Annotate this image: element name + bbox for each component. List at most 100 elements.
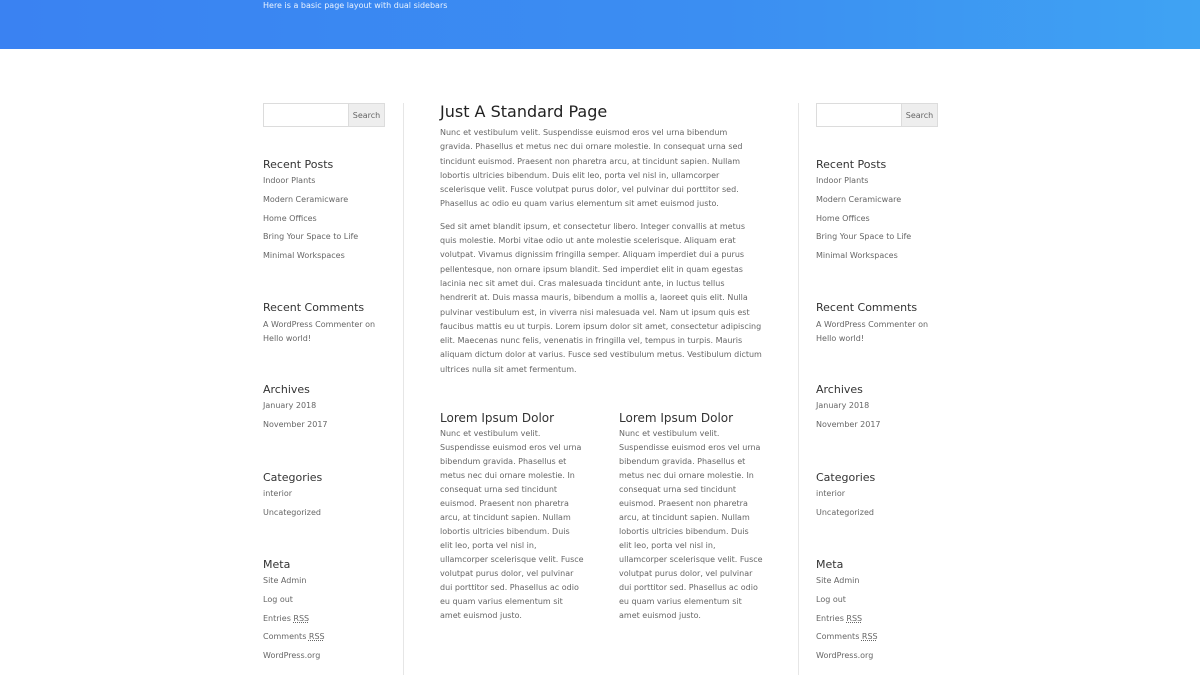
list-item[interactable]: November 2017 [816,420,938,430]
comment-post-link[interactable]: Hello world! [263,334,311,343]
archive-link[interactable]: January 2018 [816,401,869,410]
recent-post-link[interactable]: Minimal Workspaces [816,251,898,260]
recent-post-link[interactable]: Minimal Workspaces [263,251,345,260]
rss-abbr: RSS [846,613,863,623]
comment-entry: A WordPress Commenter on Hello world! [816,318,938,346]
meta-link-comments[interactable]: Comments RSS [816,632,878,641]
recent-post-link[interactable]: Home Offices [263,214,317,223]
left-sidebar: Search Recent Posts Indoor Plants Modern… [263,103,385,660]
list-item[interactable]: Home Offices [263,214,385,224]
list-item[interactable]: Bring Your Space to Life [263,232,385,242]
meta-link-log-out[interactable]: Log out [816,595,846,604]
list-item[interactable]: Minimal Workspaces [263,251,385,261]
list-item[interactable]: Site Admin [816,576,938,586]
list-item[interactable]: Indoor Plants [263,176,385,186]
list-item[interactable]: January 2018 [263,401,385,411]
list-item[interactable]: Indoor Plants [816,176,938,186]
sidebar-divider [403,103,404,675]
archive-link[interactable]: November 2017 [263,420,328,429]
recent-post-link[interactable]: Bring Your Space to Life [263,232,358,241]
meta-link-wordpress[interactable]: WordPress.org [263,651,320,660]
recent-post-link[interactable]: Modern Ceramicware [816,195,901,204]
list-item[interactable]: Comments RSS [816,632,938,642]
search-button[interactable]: Search [348,103,385,127]
recent-post-link[interactable]: Indoor Plants [263,176,315,185]
rss-abbr: RSS [293,613,310,623]
recent-comments-widget: Recent Comments A WordPress Commenter on… [263,301,385,346]
body-paragraph: Sed sit amet blandit ipsum, et consectet… [440,221,762,374]
meta-link-entries[interactable]: Entries RSS [816,614,862,623]
link-label: Entries [263,613,291,623]
list-item[interactable]: Bring Your Space to Life [816,232,938,242]
category-link[interactable]: interior [816,489,845,498]
widget-title: Categories [816,471,876,484]
content-column: Lorem Ipsum Dolor Nunc et vestibulum vel… [440,411,584,623]
body-paragraph: Nunc et vestibulum velit. Suspendisse eu… [440,128,743,209]
comment-post-link[interactable]: Hello world! [816,334,864,343]
right-sidebar: Search Recent Posts Indoor Plants Modern… [816,103,938,660]
recent-post-link[interactable]: Indoor Plants [816,176,868,185]
link-label: Comments [263,632,307,642]
page-layout: Search Recent Posts Indoor Plants Modern… [263,103,939,675]
widget-title: Recent Comments [816,301,918,314]
meta-link-site-admin[interactable]: Site Admin [263,576,306,585]
list-item[interactable]: Log out [816,595,938,605]
list-item[interactable]: Entries RSS [816,614,938,624]
list-item[interactable]: interior [816,489,938,499]
link-label: Entries [816,613,844,623]
rss-abbr: RSS [861,632,878,642]
recent-post-link[interactable]: Bring Your Space to Life [816,232,911,241]
meta-widget: Meta Site Admin Log out Entries RSS Comm… [263,558,385,670]
list-item[interactable]: WordPress.org [263,651,385,661]
list-item[interactable]: Modern Ceramicware [816,195,938,205]
widget-title: Meta [263,558,291,571]
widget-title: Archives [816,383,863,396]
recent-posts-widget: Recent Posts Indoor Plants Modern Cerami… [263,158,385,270]
list-item[interactable]: Entries RSS [263,614,385,624]
list-item[interactable]: January 2018 [816,401,938,411]
meta-link-log-out[interactable]: Log out [263,595,293,604]
page-title: Just A Standard Page [440,102,608,121]
archive-link[interactable]: January 2018 [263,401,316,410]
widget-title: Archives [263,383,310,396]
rss-abbr: RSS [308,632,325,642]
list-item[interactable]: Modern Ceramicware [263,195,385,205]
recent-post-link[interactable]: Home Offices [816,214,870,223]
list-item[interactable]: interior [263,489,385,499]
link-label: Comments [816,632,860,642]
list-item[interactable]: Log out [263,595,385,605]
list-item[interactable]: WordPress.org [816,651,938,661]
list-item[interactable]: Minimal Workspaces [816,251,938,261]
archives-widget: Archives January 2018 November 2017 [816,383,938,439]
widget-title: Recent Posts [263,158,334,171]
search-input[interactable] [816,103,901,127]
archive-link[interactable]: November 2017 [816,420,881,429]
meta-link-wordpress[interactable]: WordPress.org [816,651,873,660]
list-item[interactable]: Uncategorized [816,508,938,518]
list-item[interactable]: Uncategorized [263,508,385,518]
recent-post-link[interactable]: Modern Ceramicware [263,195,348,204]
meta-link-comments[interactable]: Comments RSS [263,632,325,641]
search-button[interactable]: Search [901,103,938,127]
comment-author-link[interactable]: A WordPress Commenter [263,320,363,329]
category-link[interactable]: Uncategorized [816,508,874,517]
column-title: Lorem Ipsum Dolor [619,411,734,425]
category-link[interactable]: Uncategorized [263,508,321,517]
categories-widget: Categories interior Uncategorized [816,471,938,527]
category-link[interactable]: interior [263,489,292,498]
list-item[interactable]: Home Offices [816,214,938,224]
list-item[interactable]: Comments RSS [263,632,385,642]
meta-link-entries[interactable]: Entries RSS [263,614,309,623]
meta-widget: Meta Site Admin Log out Entries RSS Comm… [816,558,938,670]
list-item[interactable]: November 2017 [263,420,385,430]
comment-on-text: on [365,320,376,329]
list-item[interactable]: Site Admin [263,576,385,586]
column-text: Nunc et vestibulum velit. Suspendisse eu… [440,429,584,620]
search-form: Search [816,103,938,127]
content-column: Lorem Ipsum Dolor Nunc et vestibulum vel… [619,411,763,623]
meta-link-site-admin[interactable]: Site Admin [816,576,859,585]
widget-title: Recent Posts [816,158,887,171]
comment-author-link[interactable]: A WordPress Commenter [816,320,916,329]
comment-entry: A WordPress Commenter on Hello world! [263,318,385,346]
search-input[interactable] [263,103,348,127]
